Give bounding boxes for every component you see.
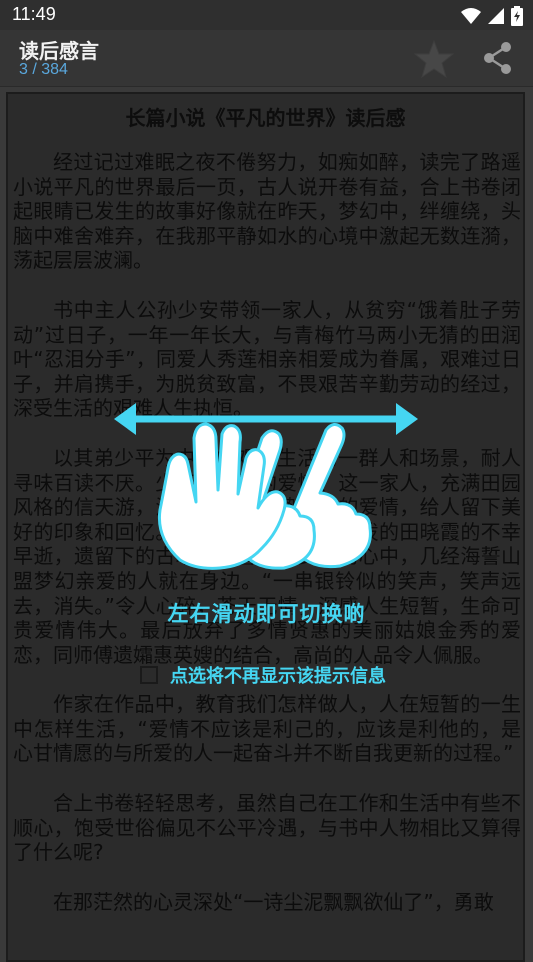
article-paragraph: 经过记过难眠之夜不倦努力，如痴如醉，读完了路遥小说平凡的世界最后一页，古人说开卷… (13, 150, 521, 273)
article-paragraph: 书中主人公孙少安带领一家人，从贫穷“饿着肚子劳动”过日子，一年一年长大，与青梅竹… (13, 297, 521, 421)
article-title: 长篇小说《平凡的世界》读后感 (125, 106, 406, 130)
status-time: 11:49 (12, 4, 56, 24)
article-paragraph: 合上书卷轻轻思考，虽然自己在工作和生活中有些不顺心，饱受世俗偏见不公平冷遇，与书… (13, 791, 521, 865)
article-paragraph: 以其弟少平为中心的艰难生活的一群人和场景，耐人寻味百读不厌。少平与晓霞的爱情、这… (13, 445, 521, 667)
status-bar: 11:49 (0, 0, 533, 30)
star-icon (413, 39, 455, 79)
dont-show-again-checkbox[interactable] (140, 666, 158, 684)
status-icons (461, 6, 523, 26)
page-indicator: 3 / 384 (19, 61, 68, 78)
share-icon (484, 42, 511, 74)
app-bar: 读后感言 3 / 384 (0, 30, 533, 87)
favorite-button[interactable] (413, 39, 455, 79)
article-card[interactable]: 长篇小说《平凡的世界》读后感 经过记过难眠之夜不倦努力，如痴如醉，读完了路遥小说… (6, 92, 525, 962)
article-paragraph: 作家在作品中，教育我们怎样做人，人在短暂的一生中怎样生活，“爱情不应该是利己的，… (13, 692, 521, 766)
wifi-icon (461, 8, 481, 24)
signal-icon (488, 8, 504, 24)
dont-show-again-label[interactable]: 点选将不再显示该提示信息 (170, 662, 386, 688)
article-body: 经过记过难眠之夜不倦努力，如痴如醉，读完了路遥小说平凡的世界最后一页，古人说开卷… (13, 150, 521, 939)
article-paragraph: 在那茫然的心灵深处“一诗尘泥飘飘欲仙了”，勇敢 (53, 889, 494, 914)
share-button[interactable] (480, 40, 516, 76)
battery-icon (511, 6, 523, 26)
dont-show-again-option[interactable]: 点选将不再显示该提示信息 (140, 662, 386, 688)
page-title: 读后感言 (19, 39, 99, 63)
